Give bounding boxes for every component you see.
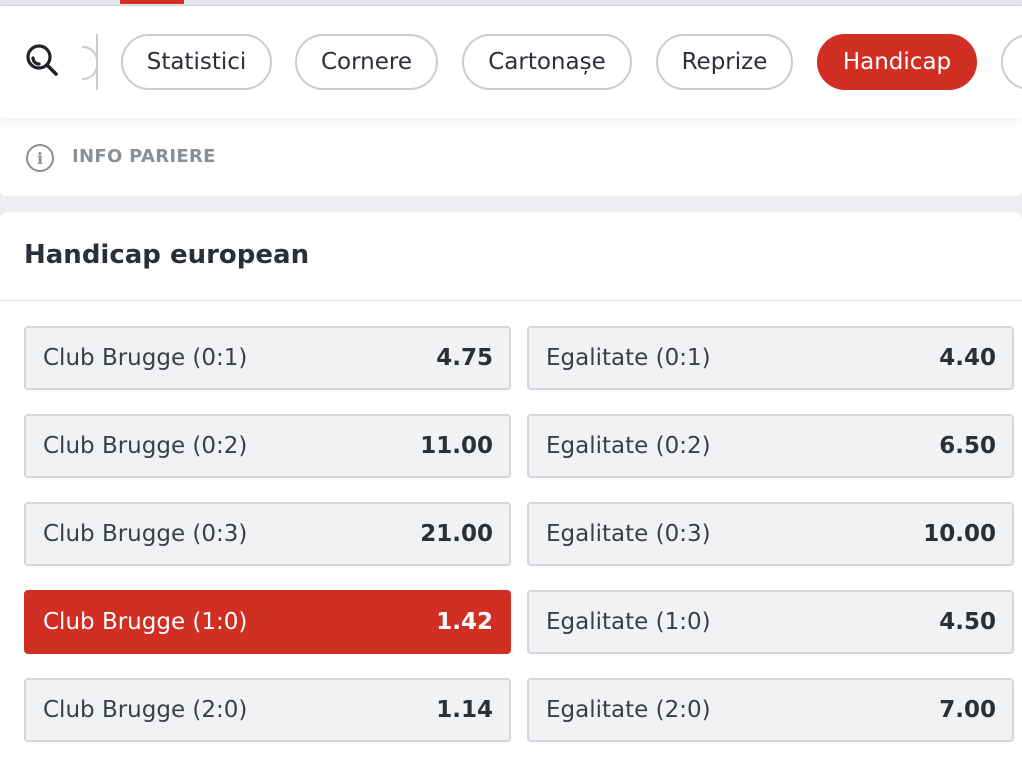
odds-label: Club Brugge (0:1) <box>43 345 248 371</box>
odds-value: 7.00 <box>939 697 996 723</box>
odds-label: Egalitate (1:0) <box>546 609 711 635</box>
chip-reprize[interactable]: Reprize <box>656 34 793 90</box>
search-button[interactable] <box>20 38 64 82</box>
odds-button-club-brugge-2-0[interactable]: Club Brugge (2:0) 1.14 <box>24 678 511 742</box>
info-icon: i <box>26 144 54 172</box>
chip-next-partial[interactable] <box>1001 34 1022 90</box>
chip-cartonase[interactable]: Cartonașe <box>462 34 632 90</box>
odds-value: 6.50 <box>939 433 996 459</box>
odds-button-club-brugge-0-2[interactable]: Club Brugge (0:2) 11.00 <box>24 414 511 478</box>
odds-label: Egalitate (0:2) <box>546 433 711 459</box>
active-tab-indicator <box>120 0 184 4</box>
odds-button-egalitate-0-1[interactable]: Egalitate (0:1) 4.40 <box>527 326 1014 390</box>
odds-label: Club Brugge (0:2) <box>43 433 248 459</box>
odds-button-club-brugge-1-0[interactable]: Club Brugge (1:0) 1.42 <box>24 590 511 654</box>
market-european-handicap: Handicap european Club Brugge (0:1) 4.75… <box>0 212 1022 760</box>
chip-handicap[interactable]: Handicap <box>817 34 977 90</box>
odds-value: 4.50 <box>939 609 996 635</box>
chip-cornere[interactable]: Cornere <box>295 34 438 90</box>
odds-value: 4.40 <box>939 345 996 371</box>
betting-info-row[interactable]: i INFO PARIERE <box>0 118 1022 196</box>
chip-statistici[interactable]: Statistici <box>121 34 272 90</box>
betting-info-label: INFO PARIERE <box>72 146 216 167</box>
odds-button-egalitate-0-2[interactable]: Egalitate (0:2) 6.50 <box>527 414 1014 478</box>
odds-value: 1.14 <box>436 697 493 723</box>
odds-label: Egalitate (0:3) <box>546 521 711 547</box>
search-icon <box>26 44 58 76</box>
odds-value: 10.00 <box>923 521 996 547</box>
odds-button-club-brugge-0-1[interactable]: Club Brugge (0:1) 4.75 <box>24 326 511 390</box>
odds-button-egalitate-1-0[interactable]: Egalitate (1:0) 4.50 <box>527 590 1014 654</box>
odds-value: 4.75 <box>436 345 493 371</box>
odds-label: Club Brugge (2:0) <box>43 697 248 723</box>
odds-button-egalitate-0-3[interactable]: Egalitate (0:3) 10.00 <box>527 502 1014 566</box>
odds-button-club-brugge-0-3[interactable]: Club Brugge (0:3) 21.00 <box>24 502 511 566</box>
odds-grid: Club Brugge (0:1) 4.75 Egalitate (0:1) 4… <box>0 212 1022 760</box>
chip-scroll-edge <box>78 34 98 90</box>
odds-value: 11.00 <box>420 433 493 459</box>
page: Statistici Cornere Cartonașe Reprize Han… <box>0 0 1022 760</box>
odds-value: 21.00 <box>420 521 493 547</box>
odds-label: Egalitate (0:1) <box>546 345 711 371</box>
odds-label: Egalitate (2:0) <box>546 697 711 723</box>
odds-label: Club Brugge (0:3) <box>43 521 248 547</box>
odds-label: Club Brugge (1:0) <box>43 609 248 635</box>
odds-button-egalitate-2-0[interactable]: Egalitate (2:0) 7.00 <box>527 678 1014 742</box>
odds-value: 1.42 <box>436 609 493 635</box>
market-filter-bar: Statistici Cornere Cartonașe Reprize Han… <box>0 6 1022 118</box>
